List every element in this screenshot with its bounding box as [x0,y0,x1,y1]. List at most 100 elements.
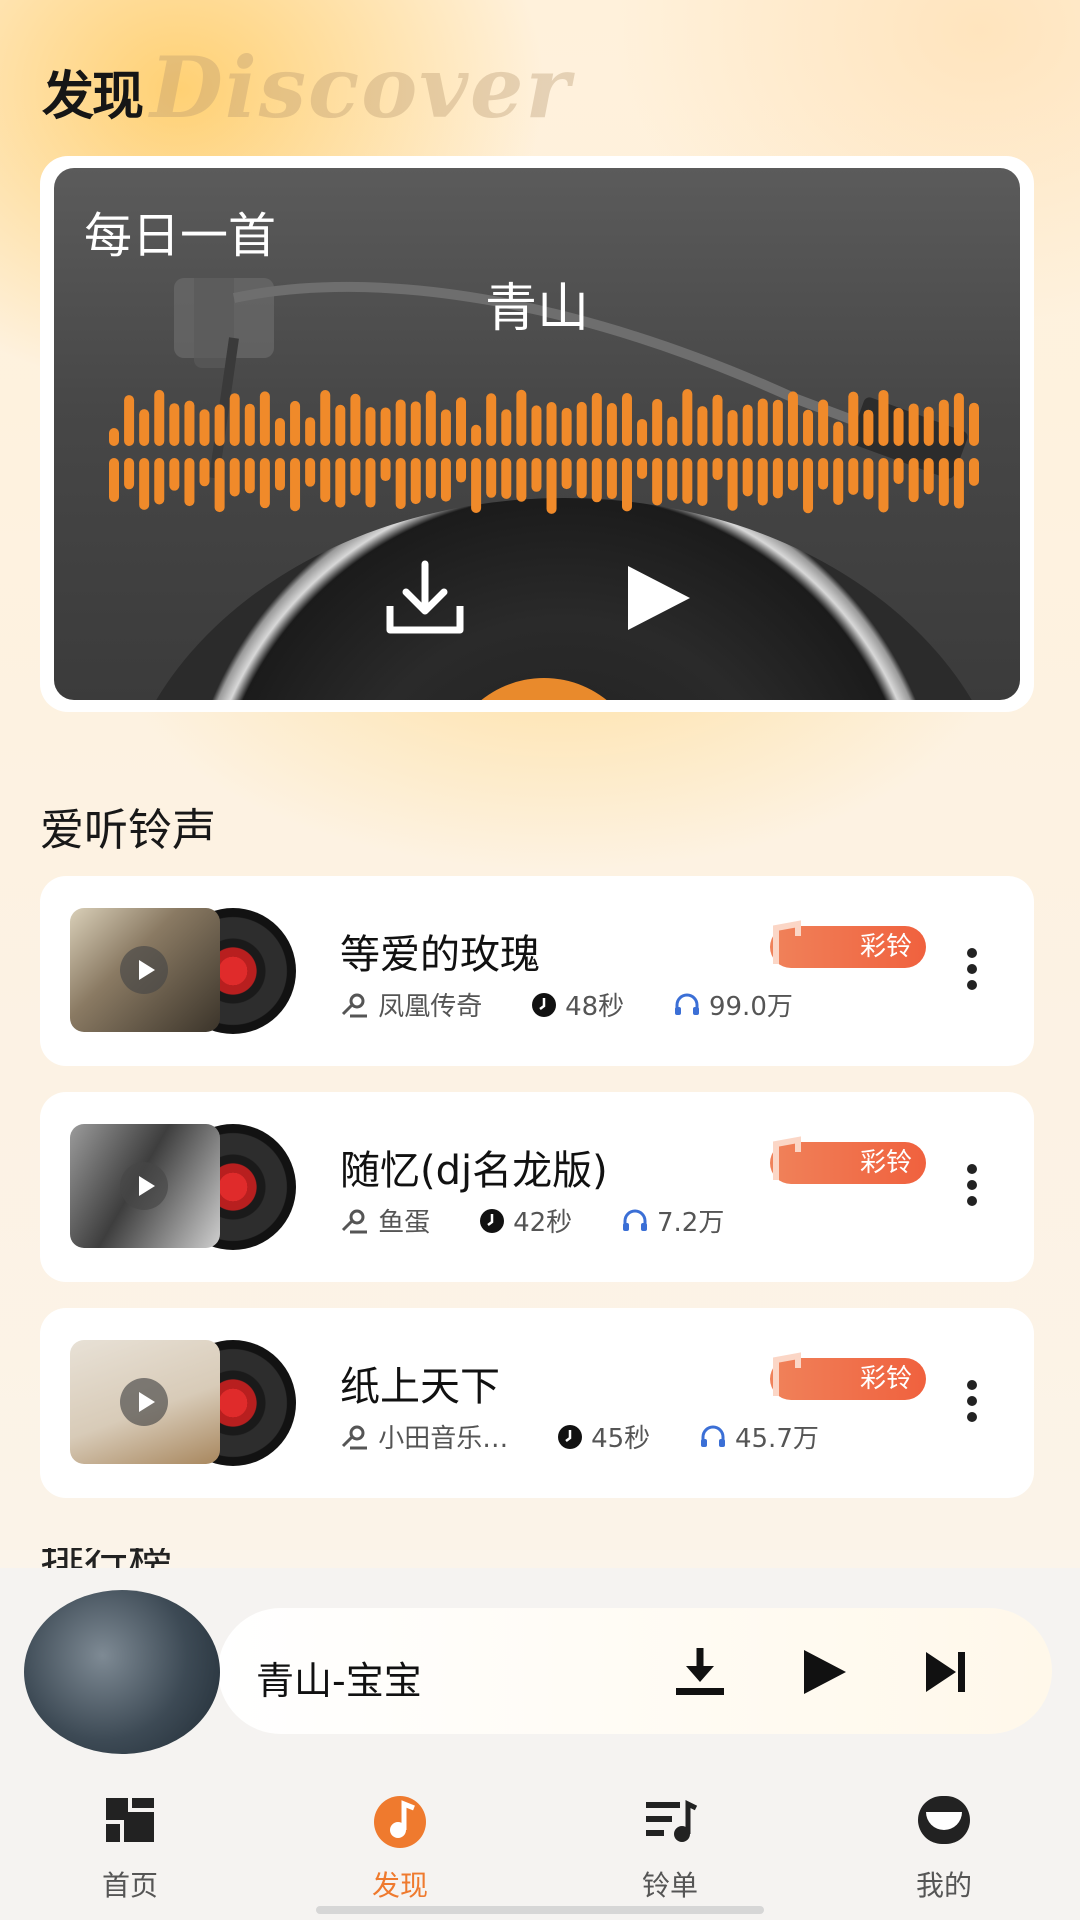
wave-bar [546,458,557,514]
wave-bar [229,458,240,497]
wave-bar [199,458,210,487]
wave-bar [787,458,798,491]
now-playing-title: 青山-宝宝 [256,1659,422,1703]
singer-icon [341,993,367,1017]
section-title-partial: 排行榜 [40,1548,172,1568]
song-cover[interactable] [70,1340,300,1466]
wave-bar [531,405,542,446]
wave-bar [440,409,451,446]
wave-bar [878,458,889,513]
wave-bar [305,458,316,487]
section-title: 爱听铃声 [40,805,216,856]
singer-icon [341,1425,367,1449]
daily-song-card[interactable]: 每日一首 青山 [54,168,1020,700]
wave-bar [214,458,225,513]
wave-bar [818,458,829,490]
song-card[interactable]: 等爱的玫瑰 彩铃 凤凰传奇 48秒 99.0万 [40,876,1034,1066]
wave-bar [591,392,602,446]
home-indicator[interactable] [316,1906,764,1914]
wave-bar [923,458,934,495]
music-note-icon [773,1136,801,1180]
song-card[interactable]: 纸上天下 彩铃 小田音乐… 45秒 45.7万 [40,1308,1034,1498]
duration-icon [557,1424,582,1449]
wave-bar [697,406,708,446]
wave-bar [335,404,346,446]
song-title: 随忆(dj名龙版) [340,1148,608,1194]
wave-bar [863,409,874,446]
wave-bar [803,458,814,514]
wave-bar [637,458,648,479]
wave-bar [274,458,285,491]
wave-bar [486,393,497,446]
ringback-badge[interactable]: 彩铃 [770,1136,926,1184]
wave-bar [938,399,949,446]
tab-playlist[interactable]: 铃单 [600,1790,740,1904]
wave-bar [727,458,738,511]
tab-home[interactable]: 首页 [60,1790,200,1904]
tab-discover[interactable]: 发现 [330,1790,470,1904]
more-options-icon[interactable] [952,1374,992,1434]
wave-bar [350,393,361,446]
wave-bar [863,458,874,500]
wave-bar [139,409,150,446]
wave-bar [516,389,527,446]
tab-label: 发现 [371,1869,428,1902]
wave-bar [848,391,859,446]
wave-bar [169,458,180,491]
play-count: 45.7万 [734,1424,819,1454]
playlist-icon [646,1799,698,1842]
wave-bar [833,421,844,446]
ringback-badge[interactable]: 彩铃 [770,920,926,968]
song-card[interactable]: 随忆(dj名龙版) 彩铃 鱼蛋 42秒 7.2万 [40,1092,1034,1282]
wave-bar [456,458,467,483]
play-icon[interactable] [620,560,696,636]
discover-note-icon [374,1796,426,1848]
wave-bar [637,418,648,446]
wave-bar [742,404,753,446]
wave-bar [878,389,889,446]
tab-profile[interactable]: 我的 [874,1790,1014,1904]
song-cover[interactable] [70,908,300,1034]
wave-bar [621,458,632,512]
wave-bar [395,399,406,446]
play-overlay-icon[interactable] [120,1378,168,1426]
wave-bar [259,458,270,509]
skip-next-icon[interactable] [918,1644,974,1700]
wave-bar [486,458,497,498]
play-icon[interactable] [796,1644,852,1700]
play-overlay-icon[interactable] [120,946,168,994]
waveform [109,389,979,514]
wave-bar [380,407,391,446]
wave-bar [109,428,119,446]
wave-bar [244,458,255,494]
song-cover[interactable] [70,1124,300,1250]
more-options-icon[interactable] [952,1158,992,1218]
ringback-badge[interactable]: 彩铃 [770,1352,926,1400]
wave-bar [652,458,663,506]
now-playing-cover[interactable] [24,1590,220,1754]
more-options-icon[interactable] [952,942,992,1002]
wave-bar [953,393,964,446]
wave-bar [365,458,376,508]
wave-bar [214,404,225,446]
tab-label: 铃单 [641,1869,698,1902]
music-note-icon [773,920,801,964]
wave-bar [697,458,708,507]
play-overlay-icon[interactable] [120,1162,168,1210]
artist-name: 凤凰传奇 [378,992,483,1022]
wave-bar [818,399,829,446]
download-icon[interactable] [382,558,468,638]
play-count: 7.2万 [656,1208,725,1238]
page-title-en: Discover [150,38,572,137]
song-meta: 鱼蛋 42秒 7.2万 [340,1202,724,1239]
wave-bar [169,403,180,446]
wave-bar [244,403,255,446]
album-art [70,1124,220,1248]
wave-bar [305,417,316,446]
wave-bar [425,390,436,446]
download-icon[interactable] [672,1644,728,1700]
album-art [70,1340,220,1464]
headphones-icon [674,993,699,1015]
wave-bar [501,458,512,499]
wave-bar [893,458,904,484]
